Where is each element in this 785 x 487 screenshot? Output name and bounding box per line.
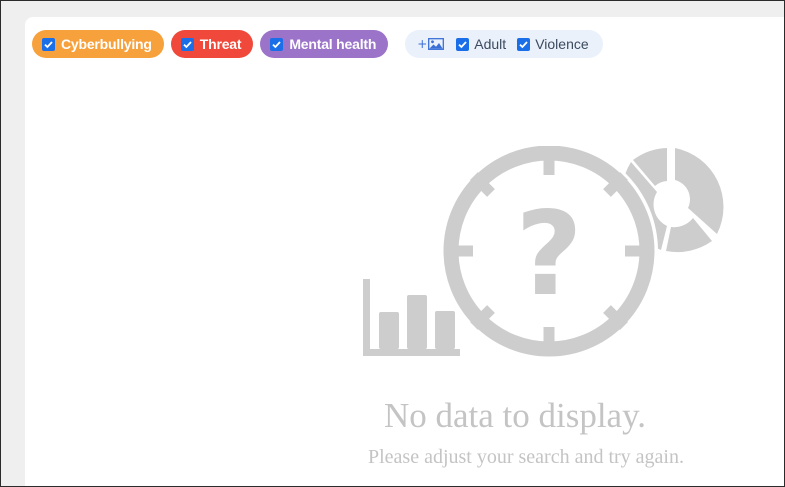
media-filter-group: + Adult Violence	[405, 30, 603, 58]
svg-text:?: ?	[515, 187, 582, 322]
option-label: Adult	[474, 36, 507, 52]
option-label: Violence	[535, 36, 589, 52]
plus-icon: +	[417, 37, 428, 51]
checkbox-cyberbullying[interactable]	[42, 37, 55, 51]
chip-label: Mental health	[289, 36, 377, 52]
chip-label: Cyberbullying	[61, 36, 152, 52]
empty-state-title: No data to display.	[383, 396, 647, 435]
bar-chart-icon	[363, 279, 460, 356]
add-image-icon	[428, 38, 445, 50]
checkbox-adult[interactable]	[456, 37, 470, 51]
empty-state-subtitle: Please adjust your search and try again.	[367, 446, 684, 468]
chip-threat[interactable]: Threat	[170, 30, 254, 58]
checkbox-threat[interactable]	[180, 37, 194, 51]
chip-cyberbullying[interactable]: Cyberbullying	[32, 30, 164, 58]
question-clock-icon: ?	[440, 146, 658, 360]
filter-bar: Cyberbullying Threat Mental health + Adu…	[32, 30, 603, 58]
option-adult[interactable]: Adult	[456, 36, 506, 52]
app-frame: Cyberbullying Threat Mental health + Adu…	[0, 0, 785, 487]
checkbox-violence[interactable]	[517, 37, 531, 51]
add-image-button[interactable]: +	[417, 37, 445, 51]
option-violence[interactable]: Violence	[517, 36, 589, 52]
chip-label: Threat	[199, 36, 242, 52]
chip-mental-health[interactable]: Mental health	[260, 30, 389, 58]
checkbox-mental-health[interactable]	[270, 37, 284, 51]
no-data-illustration: ?	[363, 146, 724, 360]
